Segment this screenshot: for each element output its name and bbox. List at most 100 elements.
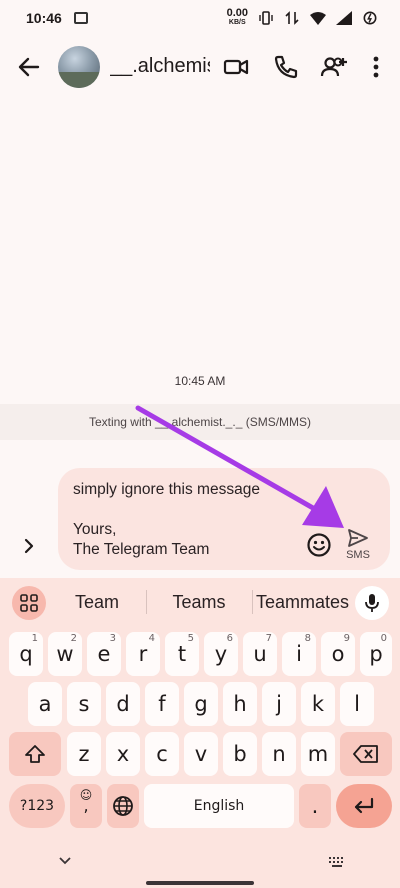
data-transfer-icon xyxy=(285,11,299,25)
key-s[interactable]: s xyxy=(67,682,101,726)
contact-name[interactable]: __.alchemist._._ xyxy=(110,55,210,78)
globe-icon xyxy=(113,796,133,816)
key-label: q xyxy=(19,642,33,666)
key-h[interactable]: h xyxy=(223,682,257,726)
message-timestamp: 10:45 AM xyxy=(174,374,226,388)
send-sms-label: SMS xyxy=(346,549,370,561)
key-label: w xyxy=(56,642,74,666)
conversation-header: __.alchemist._._ xyxy=(0,36,400,98)
message-input-text[interactable]: simply ignore this message Yours, The Te… xyxy=(73,480,303,560)
key-r[interactable]: 4r xyxy=(126,632,160,676)
key-w[interactable]: 2w xyxy=(48,632,82,676)
key-hint: 3 xyxy=(109,633,116,644)
key-label: r xyxy=(138,642,148,666)
key-v[interactable]: v xyxy=(184,732,218,776)
texting-banner: Texting with __.alchemist._._ (SMS/MMS) xyxy=(0,404,400,440)
key-b[interactable]: b xyxy=(223,732,257,776)
key-l[interactable]: l xyxy=(340,682,374,726)
status-bar: 10:46 0.00 KB/S xyxy=(0,0,400,36)
microphone-icon xyxy=(365,594,379,612)
key-a[interactable]: a xyxy=(28,682,62,726)
send-icon xyxy=(348,529,368,547)
period-key[interactable]: . xyxy=(299,784,331,828)
key-m[interactable]: m xyxy=(301,732,335,776)
shift-key[interactable] xyxy=(9,732,61,776)
suggestion-divider xyxy=(146,590,147,614)
key-d[interactable]: d xyxy=(106,682,140,726)
signal-icon xyxy=(336,11,352,25)
navigation-bar xyxy=(0,834,400,888)
key-n[interactable]: n xyxy=(262,732,296,776)
message-compose-field[interactable]: simply ignore this message Yours, The Te… xyxy=(58,468,390,570)
key-o[interactable]: 9o xyxy=(321,632,355,676)
keyboard-switch-icon[interactable] xyxy=(328,856,346,868)
key-hint: 5 xyxy=(187,633,194,644)
hide-keyboard-chevron-icon[interactable] xyxy=(58,856,72,866)
key-hint: 7 xyxy=(265,633,272,644)
suggestion-2[interactable]: Teams xyxy=(156,592,242,613)
suggestion-1[interactable]: Team xyxy=(58,592,136,613)
status-icons: 0.00 KB/S xyxy=(226,7,378,27)
symbols-key[interactable]: ?123 xyxy=(9,784,65,828)
key-e[interactable]: 3e xyxy=(87,632,121,676)
space-bar[interactable]: English xyxy=(144,784,294,828)
status-time: 10:46 xyxy=(26,10,62,26)
backspace-icon xyxy=(353,745,378,763)
backspace-key[interactable] xyxy=(340,732,392,776)
enter-key[interactable] xyxy=(336,784,392,828)
suggestion-divider xyxy=(252,590,253,614)
key-hint: 9 xyxy=(343,633,350,644)
shift-icon xyxy=(25,745,45,763)
key-hint: 1 xyxy=(31,633,38,644)
chevron-right-icon[interactable] xyxy=(18,535,40,557)
key-u[interactable]: 7u xyxy=(243,632,277,676)
more-options-icon[interactable] xyxy=(362,53,390,81)
gesture-handle[interactable] xyxy=(146,881,254,885)
video-call-icon[interactable] xyxy=(222,53,250,81)
key-k[interactable]: k xyxy=(301,682,335,726)
key-hint: 0 xyxy=(380,633,387,644)
key-label: t xyxy=(177,642,187,666)
key-q[interactable]: 1q xyxy=(9,632,43,676)
send-sms-button[interactable]: SMS xyxy=(338,524,378,564)
key-hint: 4 xyxy=(148,633,155,644)
network-speed: 0.00 KB/S xyxy=(226,7,248,27)
key-label: i xyxy=(296,642,302,666)
language-key[interactable] xyxy=(107,784,139,828)
key-label: o xyxy=(331,642,345,666)
gallery-notification-icon xyxy=(73,12,88,24)
battery-icon xyxy=(363,11,377,25)
vibrate-icon xyxy=(259,11,273,25)
key-j[interactable]: j xyxy=(262,682,296,726)
network-speed-unit: KB/S xyxy=(228,19,246,26)
emoji-icon[interactable] xyxy=(306,532,332,558)
phone-call-icon[interactable] xyxy=(272,53,300,81)
key-c[interactable]: c xyxy=(145,732,179,776)
add-person-icon[interactable] xyxy=(320,53,348,81)
keyboard-apps-button[interactable] xyxy=(12,586,46,620)
key-hint: 6 xyxy=(226,633,233,644)
key-z[interactable]: z xyxy=(67,732,101,776)
key-g[interactable]: g xyxy=(184,682,218,726)
onscreen-keyboard: Team Teams Teammates 1q 2w 3e 4r 5t 6y 7… xyxy=(0,578,400,888)
key-label: e xyxy=(97,642,111,666)
key-p[interactable]: 0p xyxy=(360,632,392,676)
key-t[interactable]: 5t xyxy=(165,632,199,676)
key-label: p xyxy=(369,642,383,666)
back-arrow-icon[interactable] xyxy=(16,54,42,80)
wifi-icon xyxy=(310,12,326,25)
key-f[interactable]: f xyxy=(145,682,179,726)
voice-input-button[interactable] xyxy=(355,586,389,620)
suggestion-3[interactable]: Teammates xyxy=(256,592,349,613)
key-x[interactable]: x xyxy=(106,732,140,776)
contact-avatar[interactable] xyxy=(58,46,100,88)
key-hint: 2 xyxy=(70,633,77,644)
key-i[interactable]: 8i xyxy=(282,632,316,676)
network-speed-value: 0.00 xyxy=(226,7,248,19)
key-hint: 8 xyxy=(304,633,311,644)
key-y[interactable]: 6y xyxy=(204,632,238,676)
enter-icon xyxy=(354,797,374,814)
emoji-hint-icon: ☺ xyxy=(79,788,93,802)
suggestion-strip: Team Teams Teammates xyxy=(0,578,400,626)
comma-key[interactable]: ☺ , xyxy=(70,784,102,828)
